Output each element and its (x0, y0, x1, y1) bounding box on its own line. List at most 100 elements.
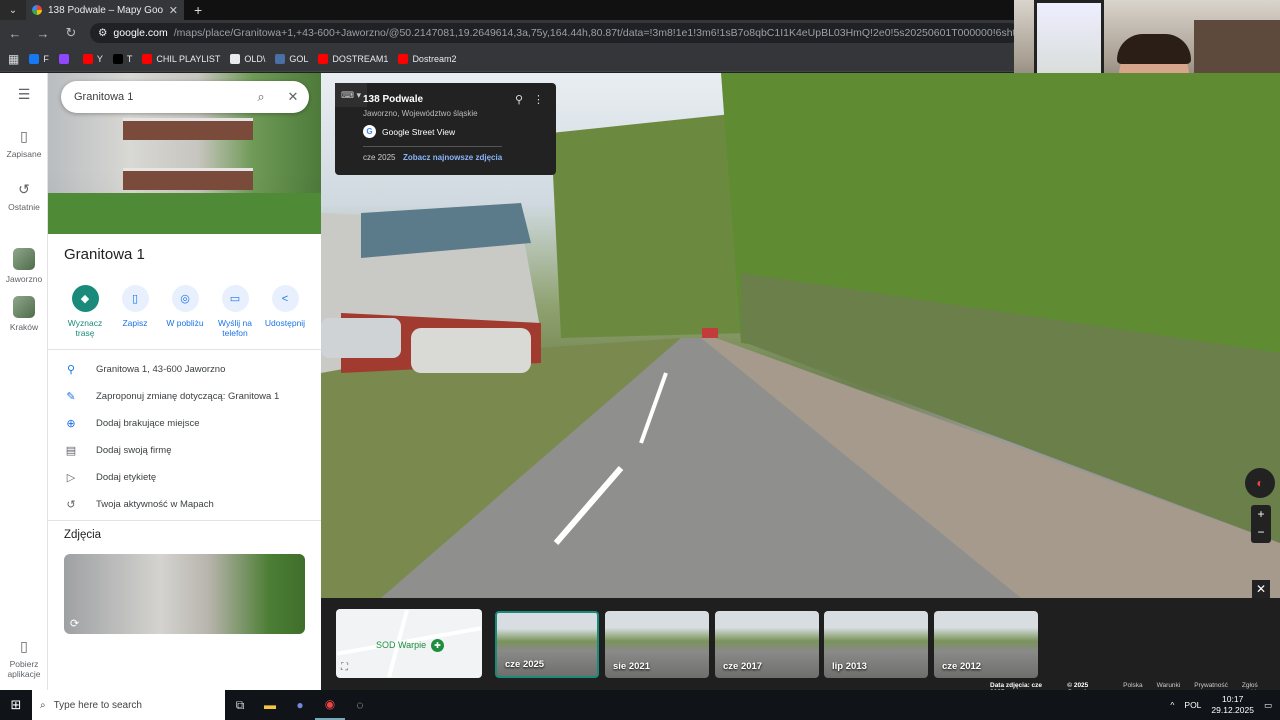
notifications-icon[interactable]: ▭ (1264, 700, 1272, 711)
label-icon: ▷ (66, 472, 76, 484)
taskbar-search-input[interactable]: ⌕ Type here to search (32, 690, 225, 720)
bookmark-item[interactable]: Dostream2 (398, 53, 456, 64)
clock[interactable]: 10:17 29.12.2025 (1211, 694, 1254, 716)
share-button[interactable]: < Udostępnij (260, 285, 310, 338)
info-row[interactable]: ▤ Dodaj swoją firmę (64, 444, 314, 457)
bookmark-label: DOSTREAM1 (332, 53, 389, 64)
menu-button[interactable]: ☰ (0, 86, 48, 107)
info-row-text: Twoja aktywność w Mapach (96, 499, 214, 510)
see-newest-imagery-link[interactable]: Zobacz najnowsze zdjęcia (403, 153, 502, 162)
info-row[interactable]: ⊕ Dodaj brakujące miejsce (64, 417, 314, 430)
forward-icon[interactable]: → (34, 26, 52, 41)
hamburger-menu-icon[interactable]: ☰ (0, 86, 48, 103)
info-row-text: Dodaj brakujące miejsce (96, 418, 200, 429)
zoom-in-button[interactable]: + (1251, 505, 1271, 523)
maps-left-rail: ☰ ▯ Zapisane ↺ Ostatnie Jaworzno Kraków ▯ P… (0, 73, 48, 690)
bookmark-label: CHIL PLAYLIST (156, 53, 221, 64)
bookmark-icon (230, 53, 241, 64)
close-icon[interactable]: ✕ (277, 89, 309, 105)
pencil-icon: ✎ (66, 391, 76, 403)
place-actions: ◆ Wyznacz trasę ▯ Zapisz ◎ W pobliżu ▭ Wyślij n… (60, 285, 310, 338)
map-pin-icon[interactable]: ⚲ (515, 93, 523, 106)
rail-saved[interactable]: ▯ Zapisane (0, 128, 48, 159)
history-icon: ↺ (66, 499, 76, 511)
new-tab-icon[interactable]: + (194, 2, 202, 18)
close-street-view-button[interactable]: ✕ (1252, 580, 1270, 598)
timeline-thumbnail[interactable]: cze 2017 (715, 611, 819, 678)
info-row[interactable]: ↺ Twoja aktywność w Mapach (64, 498, 314, 511)
windows-taskbar: ⊞ ⌕ Type here to search ⧉ ▬ ● ◉ ◌ ^ POL … (0, 690, 1280, 720)
file-explorer-icon[interactable]: ▬ (255, 690, 285, 720)
search-input[interactable]: Granitowa 1 ⌕ ✕ (61, 81, 309, 113)
jaworzno-thumbnail (13, 248, 35, 270)
nearby-icon: ◎ (171, 285, 199, 312)
search-icon[interactable]: ⌕ (245, 89, 277, 105)
photos-title: Zdjęcia (64, 529, 102, 541)
timeline-thumbnail[interactable]: cze 2012 (934, 611, 1038, 678)
add-place-icon: ⊕ (66, 418, 76, 430)
expand-icon[interactable]: ⛶ (341, 662, 348, 673)
rail-jaworzno-label: Jaworzno (5, 274, 43, 284)
language-indicator[interactable]: POL (1184, 700, 1201, 710)
url-host: google.com (113, 27, 168, 39)
bookmark-item[interactable]: GOL (275, 53, 309, 64)
bookmark-item[interactable]: DOSTREAM1 (318, 53, 389, 64)
discord-icon[interactable]: ● (285, 690, 315, 720)
zoom-control: + − (1251, 505, 1271, 543)
directions-button[interactable]: ◆ Wyznacz trasę (60, 285, 110, 338)
url-input[interactable]: ⚙ google.com/maps/place/Granitowa+1,+43-… (90, 23, 1020, 43)
save-button[interactable]: ▯ Zapisz (110, 285, 160, 338)
task-view-icon[interactable]: ⧉ (225, 690, 255, 720)
windows-start-icon[interactable]: ⊞ (0, 690, 32, 720)
timeline-thumbnail[interactable]: sie 2021 (605, 611, 709, 678)
reload-icon[interactable]: ↻ (62, 25, 80, 41)
bookmark-icon (398, 53, 409, 64)
info-row[interactable]: ✎ Zaproponuj zmianę dotyczącą: Granitowa … (64, 390, 314, 403)
rail-get-app[interactable]: ▯ Pobierz aplikacje (0, 638, 48, 679)
nearby-button[interactable]: ◎ W pobliżu (160, 285, 210, 338)
bookmark-icon (82, 53, 93, 64)
street-view-360-icon: ⟳ (70, 618, 80, 630)
zoom-out-button[interactable]: − (1251, 523, 1271, 541)
bookmark-item[interactable]: CHIL PLAYLIST (142, 53, 221, 64)
rail-recent[interactable]: ↺ Ostatnie (0, 181, 48, 212)
tab-search-icon[interactable]: ⌄ (0, 0, 26, 20)
action-label: W pobliżu (166, 318, 204, 328)
bookmark-icon: ▯ (121, 285, 149, 312)
compass-icon[interactable]: ◐ (1245, 468, 1275, 498)
send-to-phone-button[interactable]: ▭ Wyślij na telefon (210, 285, 260, 338)
place-title: Granitowa 1 (64, 246, 145, 263)
url-path: /maps/place/Granitowa+1,+43-600+Jaworzno… (173, 27, 1020, 39)
chrome-icon[interactable]: ◉ (315, 690, 345, 720)
minimap[interactable]: SOD Warpie ✚ ⛶ (336, 609, 482, 678)
bookmark-label: GOL (289, 53, 309, 64)
bookmark-item[interactable] (58, 53, 73, 64)
minimap-place-label: SOD Warpie (376, 640, 427, 650)
photo-thumbnail[interactable]: ⟳ (64, 554, 305, 634)
rail-recent-krakow[interactable]: Kraków (0, 296, 48, 332)
back-icon[interactable]: ← (6, 26, 24, 41)
bookmark-item[interactable]: OLD\ (230, 53, 265, 64)
browser-tab[interactable]: 138 Podwale – Mapy Google ✕ (26, 0, 184, 20)
rail-recent-label: Ostatnie (8, 202, 40, 212)
store-icon: ▤ (65, 445, 77, 457)
bookmark-icon (318, 53, 329, 64)
site-info-icon[interactable]: ⚙ (98, 27, 107, 39)
timeline-thumbnail[interactable]: cze 2025 (495, 611, 599, 678)
bookmark-item[interactable]: Y (82, 53, 103, 64)
tray-chevron-icon[interactable]: ^ (1170, 700, 1174, 710)
rail-recent-jaworzno[interactable]: Jaworzno (0, 248, 48, 284)
action-label: Zapisz (122, 318, 148, 328)
more-options-icon[interactable]: ⋮ (533, 93, 544, 106)
bookmark-item[interactable]: T (112, 53, 132, 64)
bookmark-item[interactable]: F (29, 53, 49, 64)
obs-icon[interactable]: ◌ (345, 690, 375, 720)
apps-grid-icon[interactable]: ▦ (8, 52, 19, 66)
info-row[interactable]: ▷ Dodaj etykietę (64, 471, 314, 484)
timeline-date-label: lip 2013 (832, 661, 867, 672)
tab-close-icon[interactable]: ✕ (169, 4, 178, 17)
tab-title: 138 Podwale – Mapy Google (48, 4, 163, 16)
info-row-text: Dodaj swoją firmę (96, 445, 172, 456)
timeline-thumbnail[interactable]: lip 2013 (824, 611, 928, 678)
info-row[interactable]: ⚲ Granitowa 1, 43-600 Jaworzno (64, 363, 314, 376)
